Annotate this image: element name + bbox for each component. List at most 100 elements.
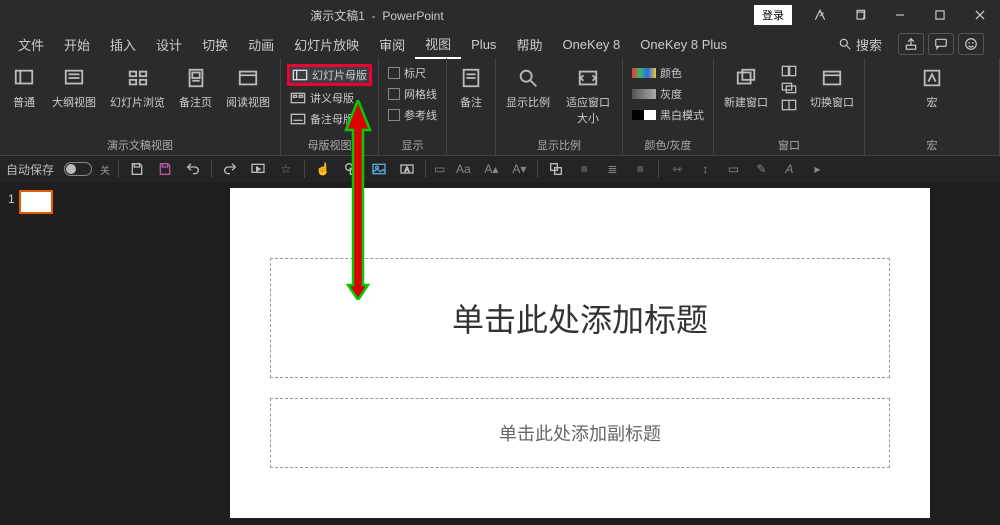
align-center-icon[interactable]: ≣ xyxy=(602,160,622,178)
tab-onekey8plus[interactable]: OneKey 8 Plus xyxy=(630,33,737,56)
handout-master-button[interactable]: 讲义母版 xyxy=(287,89,372,107)
close-icon[interactable] xyxy=(960,0,1000,30)
overflow-icon[interactable]: ▸ xyxy=(807,160,827,178)
restore-icon[interactable] xyxy=(840,0,880,30)
group-zoom: 显示比例 适应窗口大小 显示比例 xyxy=(496,58,623,155)
font-color-icon[interactable]: Aa xyxy=(453,160,473,178)
slide-area[interactable]: 单击此处添加标题 单击此处添加副标题 xyxy=(160,182,1000,525)
move-split-icon[interactable] xyxy=(778,98,800,112)
guides-checkbox[interactable]: 参考线 xyxy=(385,106,440,124)
arrange-all-icon[interactable] xyxy=(778,64,800,78)
search-box[interactable]: 搜索 xyxy=(830,35,890,54)
bring-front-icon[interactable] xyxy=(546,160,566,178)
tab-help[interactable]: 帮助 xyxy=(506,31,552,58)
thumbnail-pane[interactable]: 1 xyxy=(0,182,160,525)
tab-onekey8[interactable]: OneKey 8 xyxy=(552,33,630,56)
maximize-icon[interactable] xyxy=(920,0,960,30)
reading-view-button[interactable]: 阅读视图 xyxy=(222,62,274,112)
app-name: PowerPoint xyxy=(382,9,443,23)
autosave-state: 关 xyxy=(100,162,110,177)
tab-transitions[interactable]: 切换 xyxy=(192,31,238,58)
notes-page-button[interactable]: 备注页 xyxy=(175,62,216,112)
notes-master-button[interactable]: 备注母版 xyxy=(287,110,372,128)
save-purple-icon[interactable] xyxy=(155,160,175,178)
search-icon xyxy=(838,37,852,51)
thumbnail-preview[interactable] xyxy=(21,192,51,212)
autosave-label: 自动保存 xyxy=(6,161,54,178)
slide-sorter-button[interactable]: 幻灯片浏览 xyxy=(106,62,169,112)
checkbox-icon xyxy=(388,88,400,100)
share-icon[interactable] xyxy=(898,33,924,55)
eyedropper-icon[interactable]: ✎ xyxy=(751,160,771,178)
ribbon: 普通 大纲视图 幻灯片浏览 备注页 阅读视图 演示文稿视图 幻灯片母版 讲义母版… xyxy=(0,58,1000,156)
distribute-v-icon[interactable]: ↕ xyxy=(695,160,715,178)
align-right-icon[interactable]: ≡ xyxy=(630,160,650,178)
tab-animations[interactable]: 动画 xyxy=(238,31,284,58)
shapes-icon[interactable] xyxy=(341,160,361,178)
doc-name: 演示文稿1 xyxy=(310,9,365,23)
font-increase-icon[interactable]: A▴ xyxy=(481,160,501,178)
group-color-grayscale: 颜色 灰度 黑白模式 颜色/灰度 xyxy=(623,58,714,155)
autosave-toggle[interactable] xyxy=(64,162,92,176)
group-master-views: 幻灯片母版 讲义母版 备注母版 母版视图 xyxy=(281,58,379,155)
color-button[interactable]: 颜色 xyxy=(629,64,707,82)
switch-windows-button[interactable]: 切换窗口 xyxy=(806,62,858,112)
touch-icon[interactable]: ☝ xyxy=(313,160,333,178)
picture-icon[interactable] xyxy=(369,160,389,178)
search-label: 搜索 xyxy=(856,35,882,54)
tab-review[interactable]: 审阅 xyxy=(369,31,415,58)
save-icon[interactable] xyxy=(127,160,147,178)
group-presentation-views: 普通 大纲视图 幻灯片浏览 备注页 阅读视图 演示文稿视图 xyxy=(0,58,281,155)
ruler-checkbox[interactable]: 标尺 xyxy=(385,64,440,82)
tab-design[interactable]: 设计 xyxy=(146,31,192,58)
textbox-icon[interactable]: A xyxy=(397,160,417,178)
group-icon[interactable]: ▭ xyxy=(723,160,743,178)
svg-text:A: A xyxy=(405,167,410,174)
font-decrease-icon[interactable]: A▾ xyxy=(509,160,529,178)
undo-icon[interactable] xyxy=(183,160,203,178)
normal-view-button[interactable]: 普通 xyxy=(6,62,42,112)
group-label: 宏 xyxy=(871,135,993,153)
title-placeholder[interactable]: 单击此处添加标题 xyxy=(270,258,890,378)
simplify-ribbon-icon[interactable] xyxy=(800,0,840,30)
outline-view-button[interactable]: 大纲视图 xyxy=(48,62,100,112)
fit-window-button[interactable]: 适应窗口大小 xyxy=(560,62,616,128)
thumbnail-item[interactable]: 1 xyxy=(8,192,152,212)
star-icon[interactable]: ☆ xyxy=(276,160,296,178)
checkbox-icon xyxy=(388,67,400,79)
macros-button[interactable]: 宏 xyxy=(914,62,950,112)
title-separator: - xyxy=(368,9,382,23)
zoom-button[interactable]: 显示比例 xyxy=(502,62,554,112)
gridlines-checkbox[interactable]: 网格线 xyxy=(385,85,440,103)
minimize-icon[interactable] xyxy=(880,0,920,30)
text-effect-icon[interactable]: A xyxy=(779,160,799,178)
group-label: 颜色/灰度 xyxy=(629,135,707,153)
header-right-icons xyxy=(890,33,992,55)
slide-master-button[interactable]: 幻灯片母版 xyxy=(287,64,372,86)
align-left-icon[interactable]: ≡ xyxy=(574,160,594,178)
redo-icon[interactable] xyxy=(220,160,240,178)
blackwhite-button[interactable]: 黑白模式 xyxy=(629,106,707,124)
new-window-button[interactable]: 新建窗口 xyxy=(720,62,772,112)
tab-slideshow[interactable]: 幻灯片放映 xyxy=(284,31,369,58)
cascade-icon[interactable] xyxy=(778,81,800,95)
workspace: 1 单击此处添加标题 单击此处添加副标题 xyxy=(0,182,1000,525)
slide-canvas[interactable]: 单击此处添加标题 单击此处添加副标题 xyxy=(230,188,930,518)
login-button[interactable]: 登录 xyxy=(754,5,792,25)
tab-home[interactable]: 开始 xyxy=(54,31,100,58)
tab-insert[interactable]: 插入 xyxy=(100,31,146,58)
notes-button[interactable]: 备注 xyxy=(453,62,489,112)
grayscale-button[interactable]: 灰度 xyxy=(629,85,707,103)
font-placeholder-icon[interactable]: ▭ xyxy=(434,160,445,178)
group-label: 显示比例 xyxy=(502,135,616,153)
group-label: 演示文稿视图 xyxy=(6,135,274,153)
group-notes: 备注 xyxy=(447,58,496,155)
smile-icon[interactable] xyxy=(958,33,984,55)
slideshow-start-icon[interactable] xyxy=(248,160,268,178)
tab-plus[interactable]: Plus xyxy=(461,33,506,56)
tab-file[interactable]: 文件 xyxy=(8,31,54,58)
distribute-h-icon[interactable]: ⇿ xyxy=(667,160,687,178)
comments-icon[interactable] xyxy=(928,33,954,55)
subtitle-placeholder[interactable]: 单击此处添加副标题 xyxy=(270,398,890,468)
tab-view[interactable]: 视图 xyxy=(415,30,461,59)
